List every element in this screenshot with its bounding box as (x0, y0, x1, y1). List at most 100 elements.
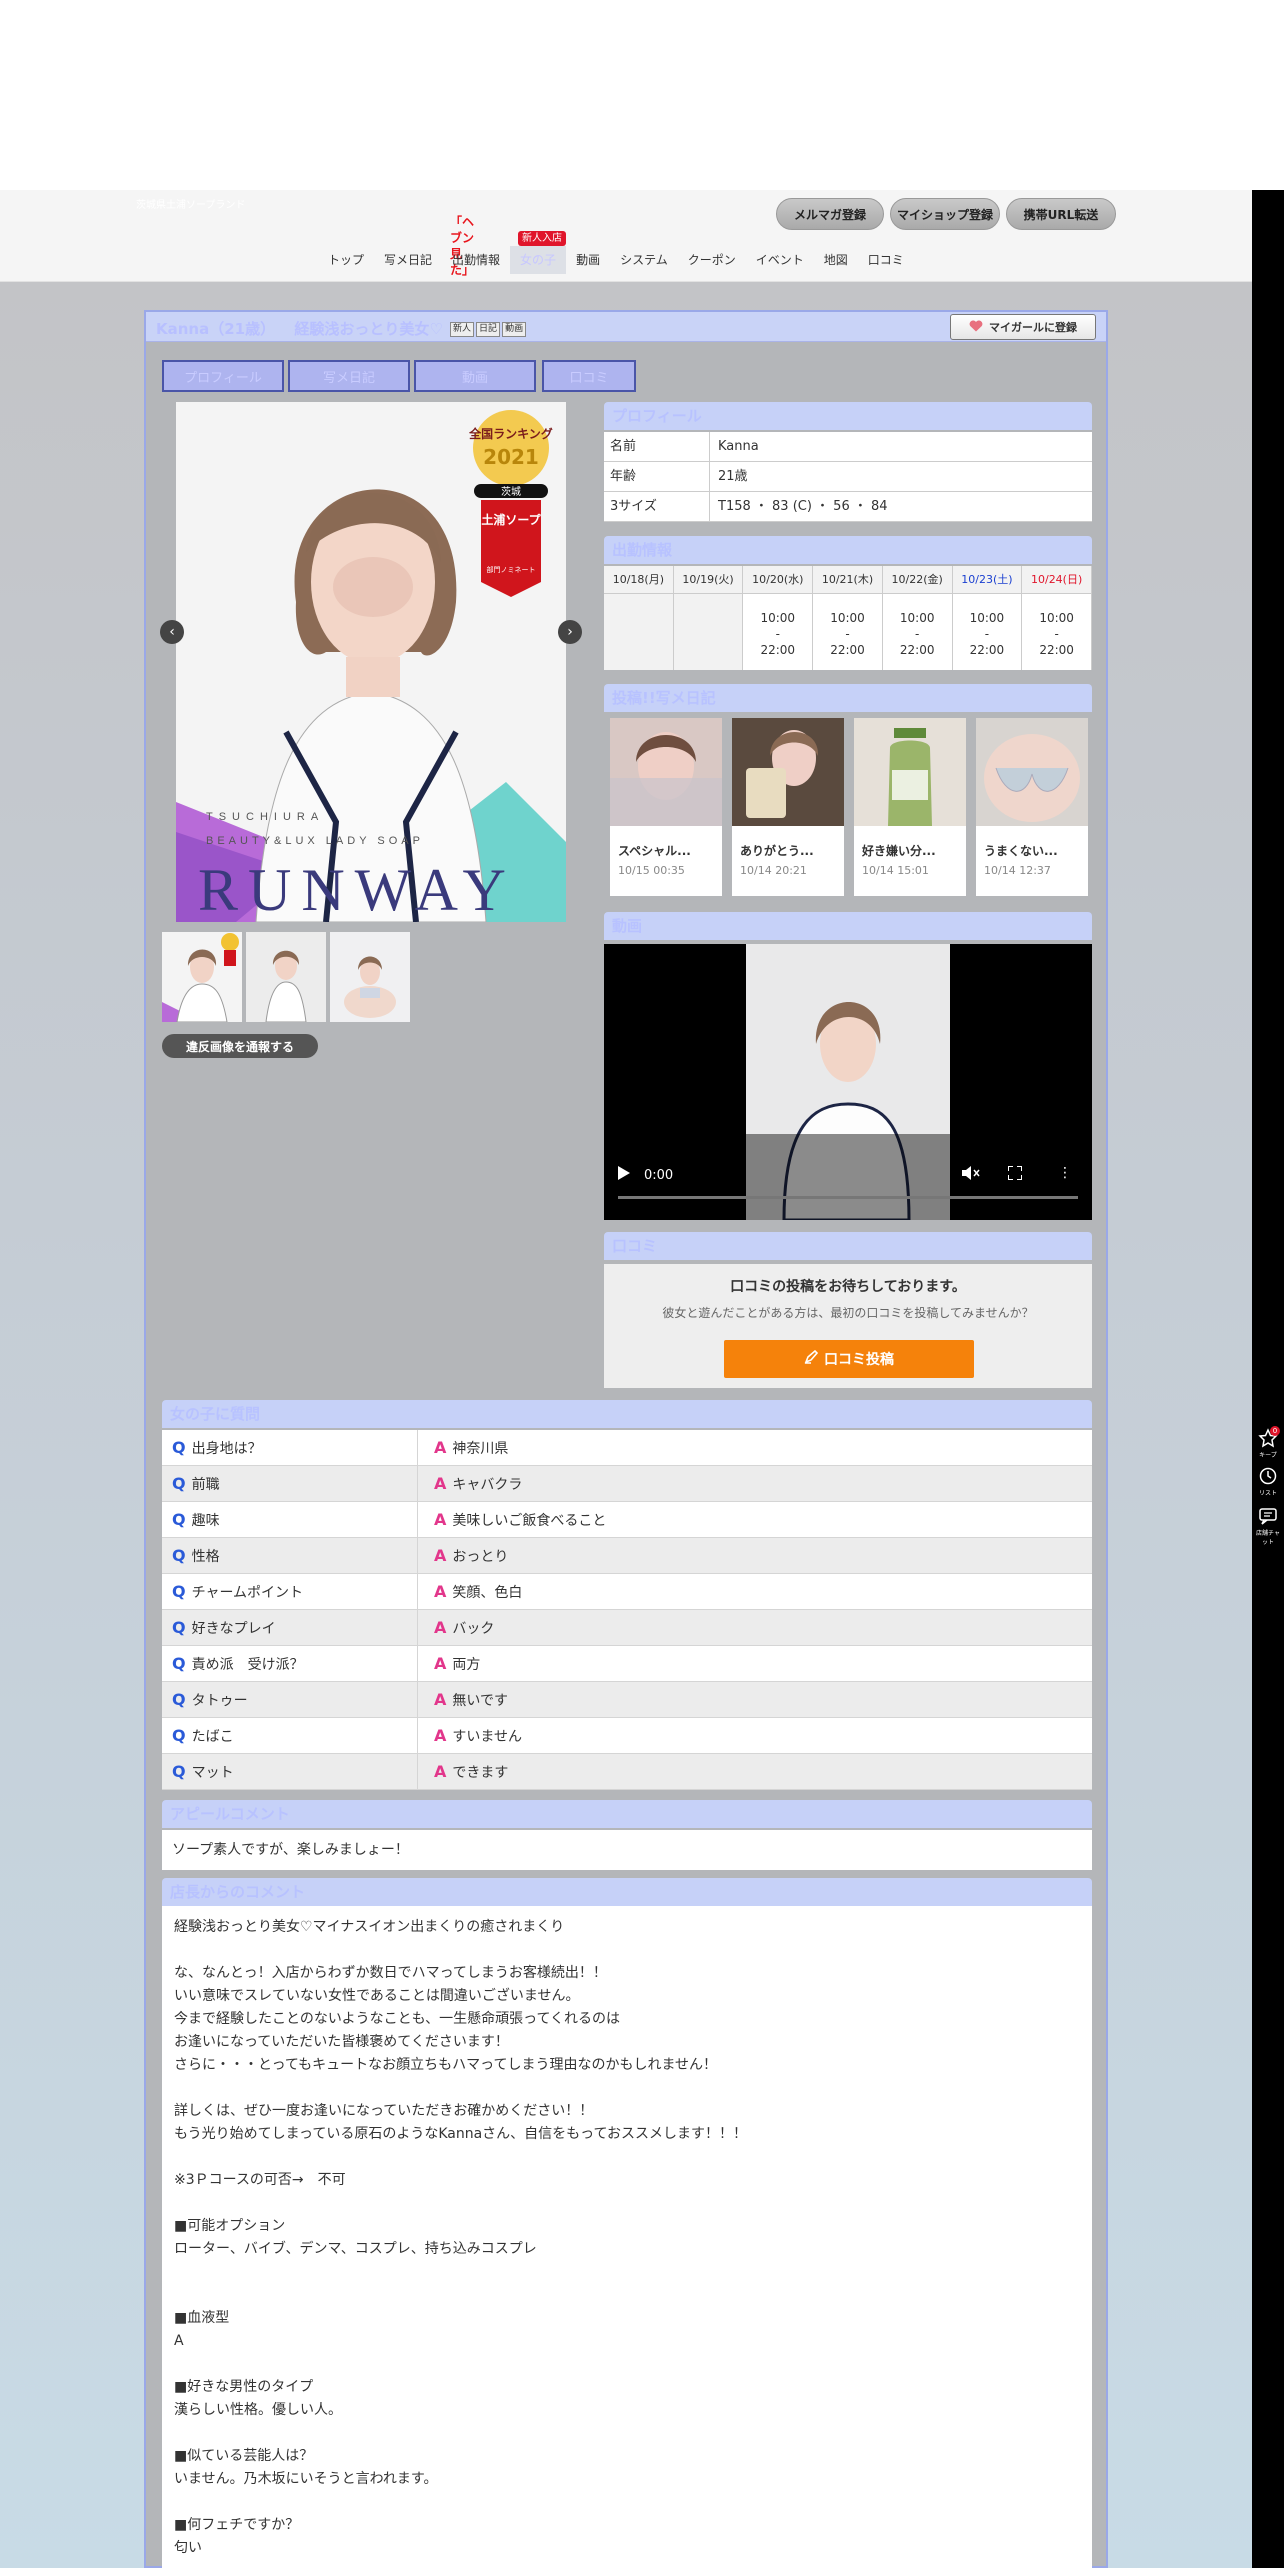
add-favorite-label: マイガールに登録 (989, 321, 1077, 334)
a-mark: A (434, 1438, 447, 1457)
qa-answer: A バック (426, 1610, 494, 1647)
video-player[interactable]: 0:00 ⋮ (604, 944, 1092, 1220)
qa-question: Q 責め派 受け派？ (162, 1646, 418, 1681)
keep-icon[interactable]: 0 キープ (1254, 1426, 1282, 1459)
manager-comment-line (174, 2077, 1080, 2100)
profile-row-size: 3サイズ T158 ・ 83 (C) ・ 56 ・ 84 (604, 492, 1092, 522)
q-mark: Q (172, 1654, 186, 1673)
tag-video: 動画 (502, 322, 527, 337)
profile-heading: プロフィール (604, 402, 1092, 430)
right-sidebar (1252, 190, 1284, 2568)
manager-comment-line: 経験浅おっとり美女♡マイナスイオン出まくりの癒されまくり (174, 1919, 565, 1935)
nav-event[interactable]: イベント (746, 246, 814, 274)
review-title: 口コミの投稿をお待ちしております。 (730, 1279, 966, 1295)
q-mark: Q (172, 1762, 186, 1781)
shop-info-line1: 茨城県土浦ソープランド (136, 200, 246, 211)
schedule-heading: 出勤情報 (604, 536, 1092, 564)
mute-icon[interactable] (962, 1166, 980, 1184)
qa-row: Q 好きなプレイ A バック (162, 1610, 1092, 1646)
nav-video[interactable]: 動画 (566, 246, 610, 274)
tab-profile[interactable]: プロフィール (162, 360, 284, 392)
mobile-url-button[interactable]: 携帯URL転送 (1006, 198, 1116, 230)
history-label: リスト (1258, 1490, 1277, 1497)
nav-system[interactable]: システム (610, 246, 678, 274)
qa-question: Q たばこ (162, 1718, 418, 1753)
review-sub: 彼女と遊んだことがある方は、最初の口コミを投稿してみませんか？ (662, 1306, 1034, 1320)
q-mark: Q (172, 1726, 186, 1745)
post-review-label: 口コミ投稿 (824, 1352, 894, 1368)
a-mark: A (434, 1618, 447, 1637)
manager-comment-line: いい意味でスレていない女性であることは間違いございません。 (174, 1988, 580, 2004)
photo-thumb-3[interactable] (330, 932, 410, 1022)
photo-thumb-1[interactable] (162, 932, 242, 1022)
tab-video[interactable]: 動画 (414, 360, 536, 392)
more-options-icon[interactable]: ⋮ (1058, 1166, 1072, 1180)
post-review-button[interactable]: 口コミ投稿 (724, 1340, 974, 1378)
diary-card[interactable]: うまくない... 10/14 12:37 (976, 718, 1088, 896)
qa-answer: A 笑顔、色白 (426, 1574, 522, 1611)
manager-comment-line (174, 2422, 1080, 2445)
myshop-button[interactable]: マイショップ登録 (890, 198, 1000, 230)
brand-name: RUNWAY (198, 857, 516, 922)
q-mark: Q (172, 1474, 186, 1493)
profile-key: 3サイズ (604, 492, 710, 521)
mailmag-button[interactable]: メルマガ登録 (776, 198, 884, 230)
history-icon[interactable]: リスト (1254, 1466, 1282, 1497)
main-photo: TSUCHIURA BEAUTY&LUX LADY SOAP RUNWAY 全国… (176, 402, 566, 922)
nav-map[interactable]: 地図 (814, 246, 858, 274)
photo-thumb-2[interactable] (246, 932, 326, 1022)
add-favorite-button[interactable]: マイガールに登録 (950, 314, 1096, 340)
appeal-text: ソープ素人ですが、楽しみましょー！ (162, 1830, 1092, 1870)
award-year: 2021 (483, 445, 539, 469)
a-mark: A (434, 1474, 447, 1493)
manager-comment-line: さらに・・・とってもキュートなお顔立ちもハマってしまう理由なのかもしれません！ (174, 2057, 718, 2073)
diary-date: 10/14 15:01 (862, 864, 929, 877)
diary-date: 10/14 20:21 (740, 864, 807, 877)
shop-info: 茨城県土浦ソープランド 「ヘブン見た」 (136, 198, 474, 277)
qa-answer: A 無いです (426, 1682, 508, 1719)
diary-card[interactable]: ありがとう... 10/14 20:21 (732, 718, 844, 896)
nav-top[interactable]: トップ (318, 246, 374, 274)
schedule-table: 10/18(月) 10/19(火) 10/20(水) 10:00 - 22:00 10/… (604, 566, 1092, 670)
schedule-time (673, 594, 744, 670)
play-icon[interactable] (618, 1166, 630, 1184)
qa-answer: A おっとり (426, 1538, 508, 1575)
qa-answer-text: すいません (452, 1729, 522, 1745)
nav-coupon[interactable]: クーポン (678, 246, 746, 274)
qa-question: Q 趣味 (162, 1502, 418, 1537)
nav-diary[interactable]: 写メ日記 (374, 246, 442, 274)
chat-icon[interactable]: 店舗チャット (1254, 1506, 1282, 1546)
diary-card[interactable]: スペシャル... 10/15 00:35 (610, 718, 722, 896)
qa-question-text: 責め派 受け派？ (191, 1657, 304, 1673)
qa-answer: A 両方 (426, 1646, 480, 1683)
manager-comment-line (174, 2261, 1080, 2284)
profile-value: Kanna (718, 439, 759, 454)
girl-catch: 経験浅おっとり美女♡ (294, 320, 443, 338)
schedule-date: 10/23(土) (952, 566, 1023, 594)
review-heading: 口コミ (604, 1232, 1092, 1260)
manager-comment-line (174, 2192, 1080, 2215)
nav-girls[interactable]: 新人入店 女の子 (510, 231, 567, 274)
video-time: 0:00 (644, 1167, 674, 1183)
schedule-date: 10/19(火) (673, 566, 744, 594)
qa-question-text: 出身地は？ (191, 1441, 262, 1457)
qa-question: Q 好きなプレイ (162, 1610, 418, 1645)
new-badge: 新人入店 (518, 231, 567, 246)
brand-line2: BEAUTY&LUX LADY SOAP (206, 835, 424, 847)
profile-key: 年齢 (604, 462, 710, 491)
nav-schedule[interactable]: 出勤情報 (442, 246, 510, 274)
diary-card[interactable]: 好き嫌い分... 10/14 15:01 (854, 718, 966, 896)
qa-answer-text: 無いです (452, 1693, 508, 1709)
profile-panel: Kanna（21歳） 経験浅おっとり美女♡ 新人 日記 動画 マイガールに登録 プロ… (144, 310, 1108, 2568)
fullscreen-icon[interactable] (1007, 1165, 1023, 1184)
photo-next-arrow[interactable]: › (558, 620, 582, 644)
photo-prev-arrow[interactable]: ‹ (160, 620, 184, 644)
tab-diary[interactable]: 写メ日記 (288, 360, 410, 392)
report-image-button[interactable]: 違反画像を通報する (162, 1034, 318, 1058)
manager-comment-line: ■好きな男性のタイプ (174, 2379, 314, 2395)
video-progress[interactable] (618, 1196, 1078, 1199)
nav-review[interactable]: 口コミ (858, 246, 914, 274)
tab-review[interactable]: 口コミ (542, 360, 636, 392)
qa-question-text: タトゥー (191, 1693, 248, 1709)
qa-question-text: 好きなプレイ (191, 1621, 276, 1637)
